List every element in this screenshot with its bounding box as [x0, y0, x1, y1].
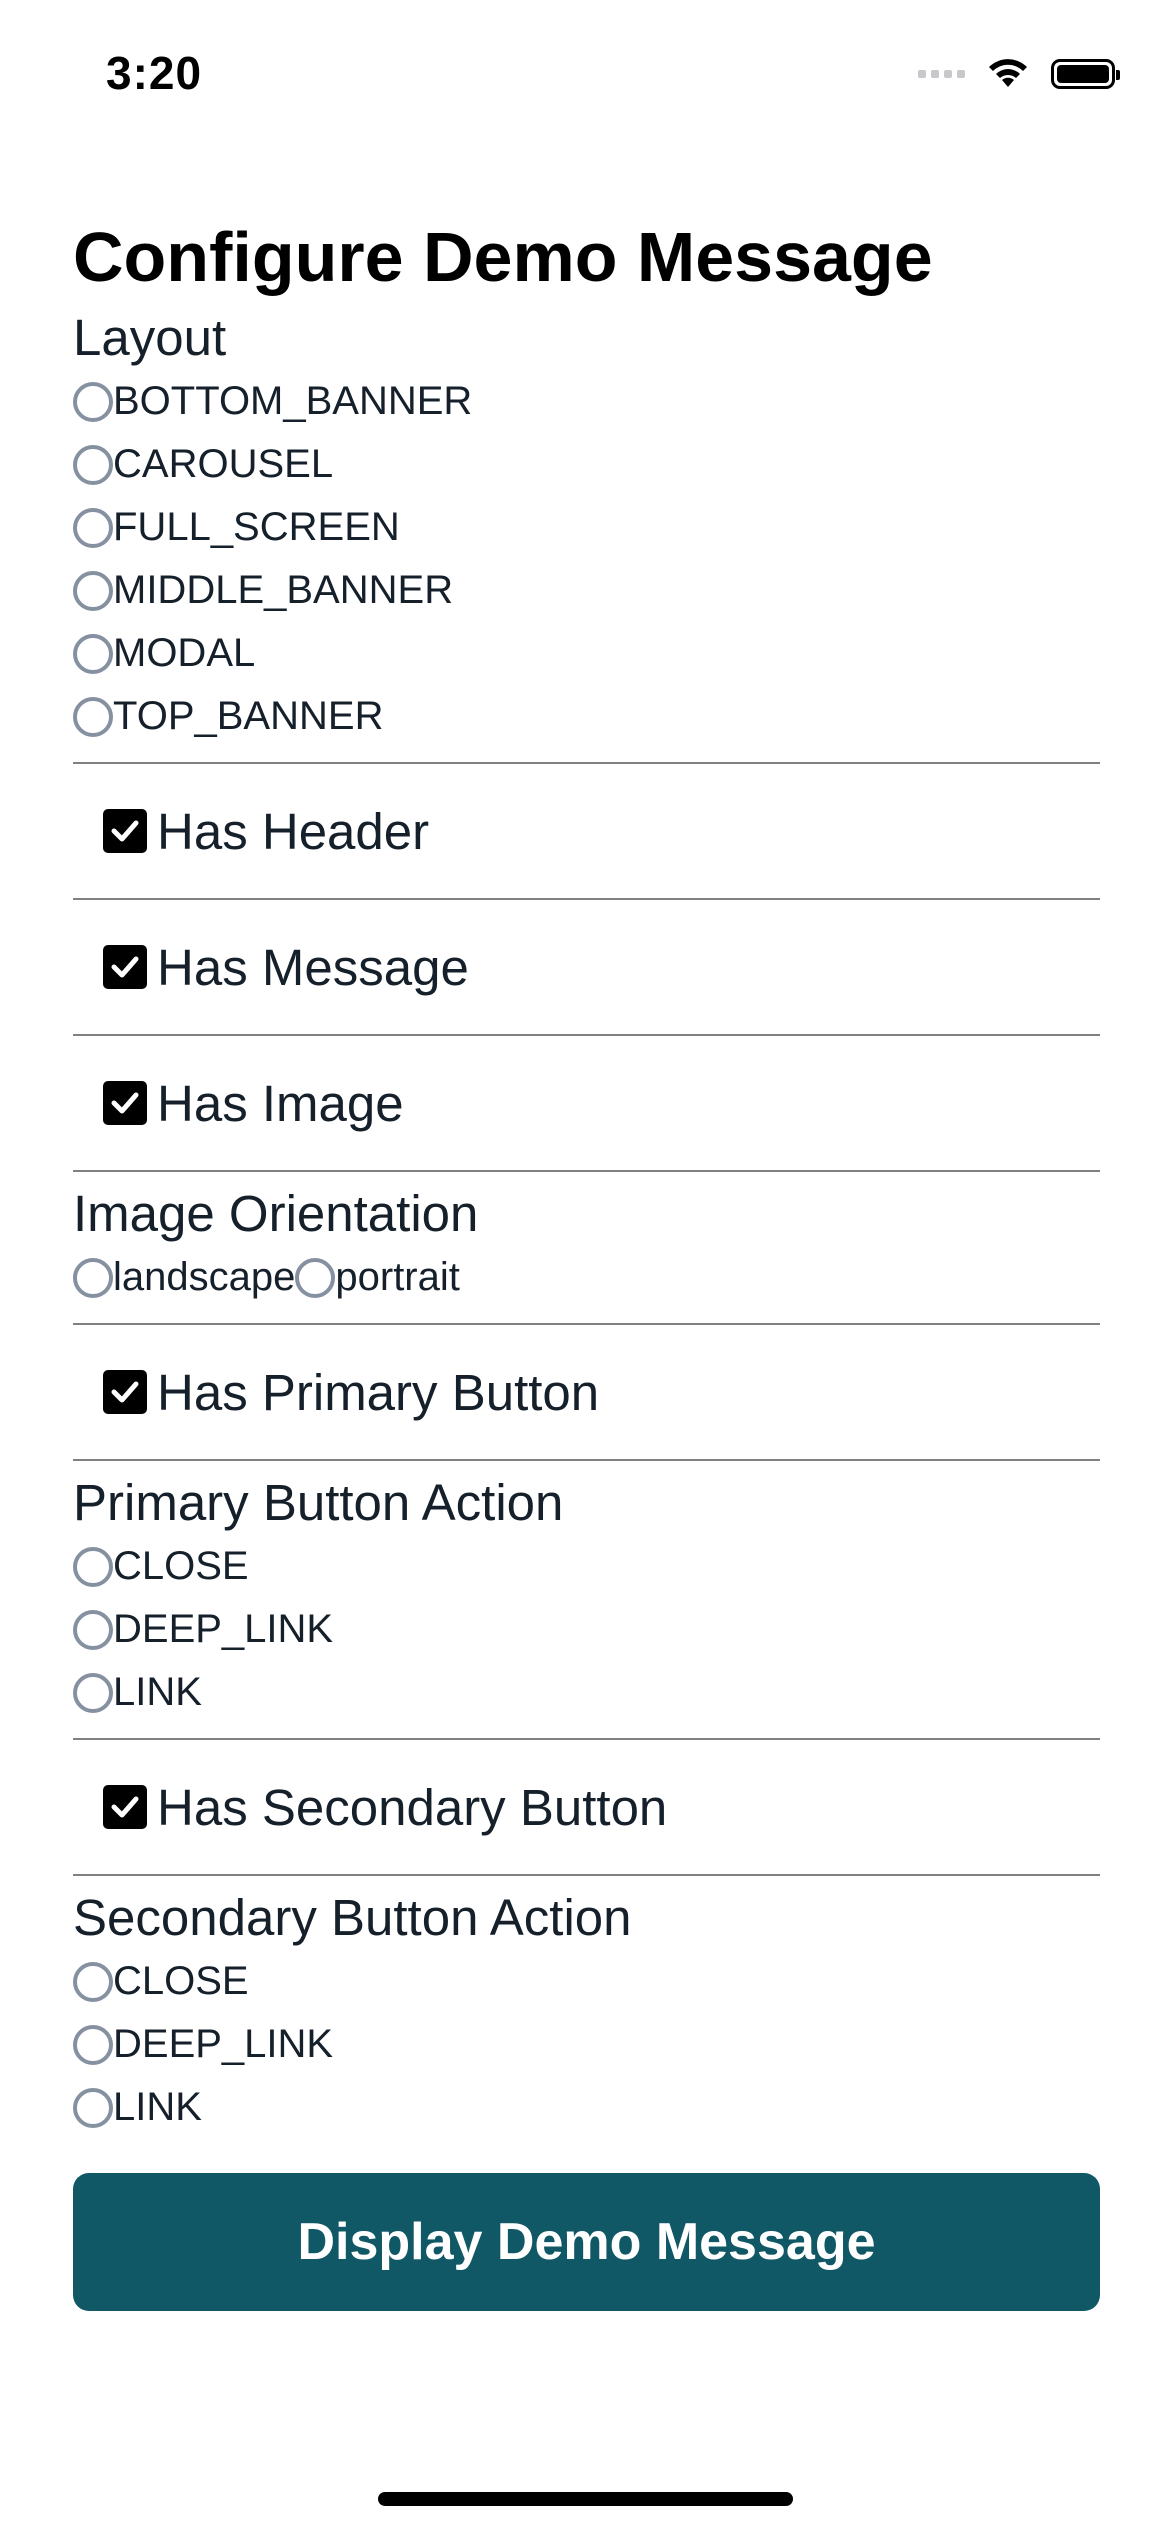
has-secondary-button-toggle[interactable]: Has Secondary Button: [73, 1740, 1100, 1874]
has-message-label: Has Message: [157, 938, 469, 996]
primary-button-action-label: Primary Button Action: [73, 1474, 564, 1531]
layout-option-bottom-banner[interactable]: BOTTOM_BANNER: [73, 370, 1100, 433]
checkbox-checked-icon[interactable]: [103, 1785, 147, 1829]
layout-option-full-screen[interactable]: FULL_SCREEN: [73, 496, 1100, 559]
has-message-toggle[interactable]: Has Message: [73, 900, 1100, 1034]
secondary-button-action-label: Secondary Button Action: [73, 1889, 632, 1946]
has-primary-button-label: Has Primary Button: [157, 1363, 600, 1421]
configure-form: Configure Demo Message Layout BOTTOM_BAN…: [73, 212, 1100, 2311]
radio-label: DEEP_LINK: [113, 1607, 334, 1651]
checkbox-checked-icon[interactable]: [103, 809, 147, 853]
radio-icon[interactable]: [73, 1961, 113, 2002]
status-icons: [918, 54, 1120, 94]
primary-action-option-close[interactable]: CLOSE: [73, 1535, 1100, 1598]
primary-button-action-section: Primary Button Action CLOSE DEEP_LINK LI…: [73, 1461, 1100, 1738]
checkbox-checked-icon[interactable]: [103, 1081, 147, 1125]
layout-option-modal[interactable]: MODAL: [73, 622, 1100, 685]
radio-label: CAROUSEL: [113, 442, 334, 486]
radio-icon[interactable]: [73, 2024, 113, 2065]
secondary-action-option-link[interactable]: LINK: [73, 2076, 1100, 2139]
has-header-toggle[interactable]: Has Header: [73, 764, 1100, 898]
has-primary-button-toggle[interactable]: Has Primary Button: [73, 1325, 1100, 1459]
radio-label: FULL_SCREEN: [113, 505, 400, 549]
cellular-signal-icon: [918, 70, 965, 78]
radio-icon[interactable]: [73, 1546, 113, 1587]
secondary-action-option-close[interactable]: CLOSE: [73, 1950, 1100, 2013]
status-time: 3:20: [106, 47, 203, 99]
image-orientation-section: Image Orientation landscape portrait: [73, 1172, 1100, 1323]
radio-label: TOP_BANNER: [113, 694, 384, 738]
radio-icon[interactable]: [73, 2087, 113, 2128]
home-indicator[interactable]: [378, 2492, 793, 2506]
radio-icon[interactable]: [73, 696, 113, 737]
battery-icon: [1051, 59, 1120, 89]
radio-icon[interactable]: [295, 1257, 336, 1298]
radio-icon[interactable]: [73, 1609, 113, 1650]
radio-icon[interactable]: [73, 1672, 113, 1713]
primary-action-option-deep-link[interactable]: DEEP_LINK: [73, 1598, 1100, 1661]
has-header-label: Has Header: [157, 802, 430, 860]
orientation-option-landscape[interactable]: landscape: [113, 1255, 295, 1300]
layout-section: Layout BOTTOM_BANNER CAROUSEL FULL_SCREE…: [73, 302, 1100, 762]
layout-label: Layout: [73, 309, 227, 366]
radio-label: DEEP_LINK: [113, 2022, 334, 2066]
has-image-toggle[interactable]: Has Image: [73, 1036, 1100, 1170]
secondary-button-action-section: Secondary Button Action CLOSE DEEP_LINK …: [73, 1876, 1100, 2153]
radio-label: LINK: [113, 2085, 202, 2129]
radio-icon[interactable]: [73, 1257, 113, 1298]
primary-action-option-link[interactable]: LINK: [73, 1661, 1100, 1724]
radio-label: MIDDLE_BANNER: [113, 568, 454, 612]
image-orientation-label: Image Orientation: [73, 1185, 479, 1242]
image-orientation-options: landscape portrait: [73, 1246, 1100, 1309]
has-image-label: Has Image: [157, 1074, 404, 1132]
radio-icon[interactable]: [73, 633, 113, 674]
radio-label: MODAL: [113, 631, 256, 675]
checkbox-checked-icon[interactable]: [103, 1370, 147, 1414]
secondary-action-option-deep-link[interactable]: DEEP_LINK: [73, 2013, 1100, 2076]
orientation-option-portrait[interactable]: portrait: [335, 1255, 460, 1300]
checkbox-checked-icon[interactable]: [103, 945, 147, 989]
display-demo-message-button[interactable]: Display Demo Message: [73, 2173, 1100, 2311]
layout-option-carousel[interactable]: CAROUSEL: [73, 433, 1100, 496]
radio-icon[interactable]: [73, 444, 113, 485]
radio-icon[interactable]: [73, 381, 113, 422]
radio-icon[interactable]: [73, 570, 113, 611]
radio-label: CLOSE: [113, 1544, 249, 1588]
radio-icon[interactable]: [73, 507, 113, 548]
wifi-icon: [989, 59, 1027, 87]
radio-label: LINK: [113, 1670, 202, 1714]
radio-label: BOTTOM_BANNER: [113, 379, 473, 423]
layout-option-top-banner[interactable]: TOP_BANNER: [73, 685, 1100, 748]
radio-label: CLOSE: [113, 1959, 249, 2003]
layout-option-middle-banner[interactable]: MIDDLE_BANNER: [73, 559, 1100, 622]
page-title: Configure Demo Message: [73, 218, 933, 296]
has-secondary-button-label: Has Secondary Button: [157, 1778, 668, 1836]
